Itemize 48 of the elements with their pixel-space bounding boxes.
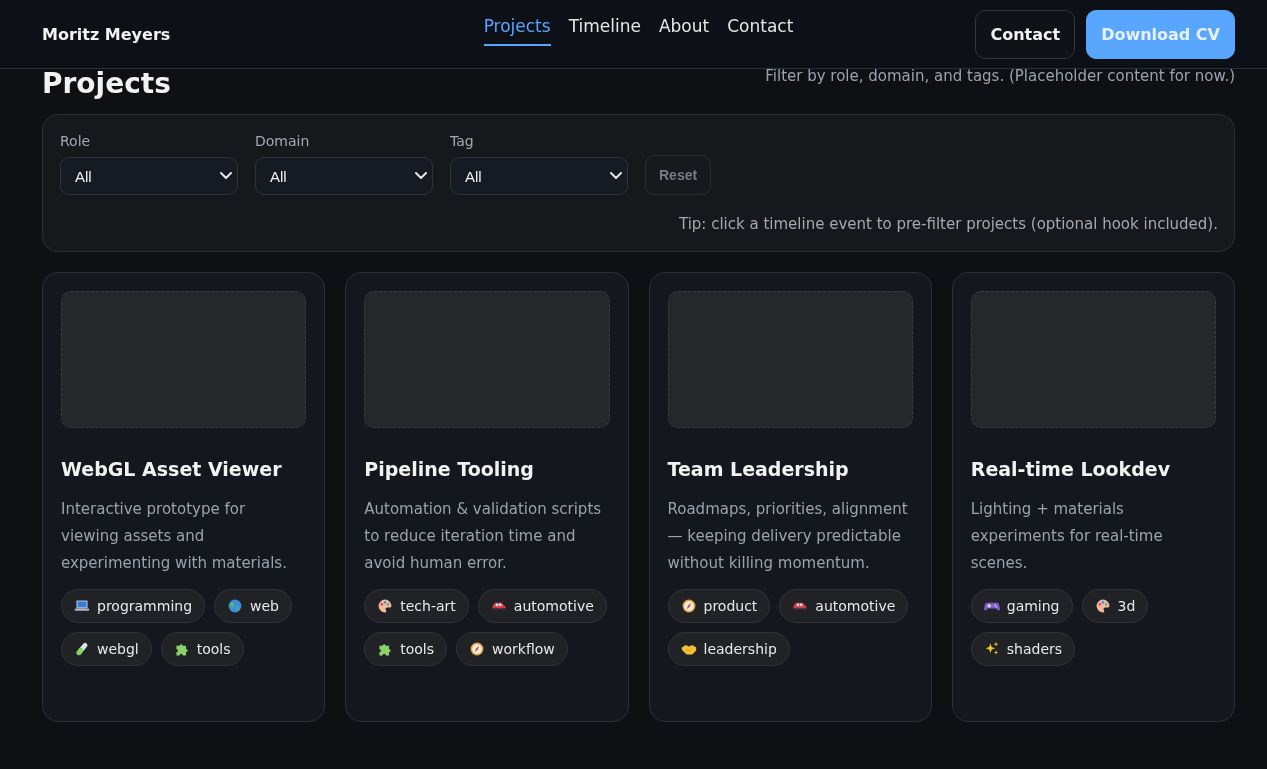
nav-link[interactable]: Timeline [568,12,641,46]
tag-chip[interactable]: automotive [779,589,909,623]
tag-chip[interactable]: shaders [970,632,1076,666]
tag-chip[interactable]: product [667,589,771,623]
tag-chip[interactable]: workflow [456,632,568,666]
nav-link[interactable]: Contact [727,12,794,46]
chevron-down-icon [610,172,622,180]
tag-chip[interactable]: tools [160,632,244,666]
nav-link[interactable]: About [658,12,710,46]
dropdown-select[interactable]: All [255,157,433,195]
puzzle-piece-icon [377,641,394,657]
project-title: Pipeline Tooling [364,458,535,480]
tag-chip[interactable]: tech-art [364,589,469,623]
tag-chip[interactable]: gaming [970,589,1073,623]
project-description: Interactive prototype for viewing assets and experimenting with materials. [61,499,288,574]
contact-button[interactable]: Contact [975,9,1076,59]
field-label: Domain [255,133,311,149]
tag-chip[interactable]: webgl [61,632,152,666]
field-label: Role [60,133,92,149]
tag-chip[interactable]: 3d [1081,589,1149,623]
project-title: Real-time Lookdev [970,458,1172,480]
page-subtitle: Filter by role, domain, and tags. (Placeholder content for now.) [765,67,1235,85]
project-description: Roadmaps, priorities, alignment — keeping delivery predictable without killing momentum. [667,499,909,574]
palette-icon [1094,598,1111,614]
compass-icon [680,598,697,614]
project-description: Lighting + materials experiments for real-time scenes. [970,499,1164,574]
page-title: Projects [42,67,171,100]
laptop-icon [74,598,90,614]
chevron-down-icon [220,172,232,180]
project-title: WebGL Asset Viewer [61,458,283,480]
dropdown-select[interactable]: All [450,157,628,195]
tag-chip[interactable]: automotive [477,589,607,623]
compass-icon [469,641,486,657]
puzzle-piece-icon [173,641,190,657]
nav-link[interactable]: Projects [483,12,551,46]
dropdown-select[interactable]: All [60,157,238,195]
globe-icon [227,598,244,614]
brand-name: Moritz Meyers [42,24,171,44]
tag-chip[interactable]: web [214,589,292,623]
palette-icon [377,598,394,614]
tag-chip[interactable]: leadership [667,632,790,666]
chevron-down-icon [415,172,427,180]
project-title: Team Leadership [667,458,850,480]
project-description: Automation & validation scripts to reduce iteration time and avoid human error. [364,499,603,574]
tag-chip[interactable]: tools [364,632,448,666]
tip-text: Tip: click a timeline event to pre-filter projects (optional hook included). [677,215,1218,233]
tag-chip[interactable]: programming [61,589,206,623]
field-label: Tag [450,133,475,149]
